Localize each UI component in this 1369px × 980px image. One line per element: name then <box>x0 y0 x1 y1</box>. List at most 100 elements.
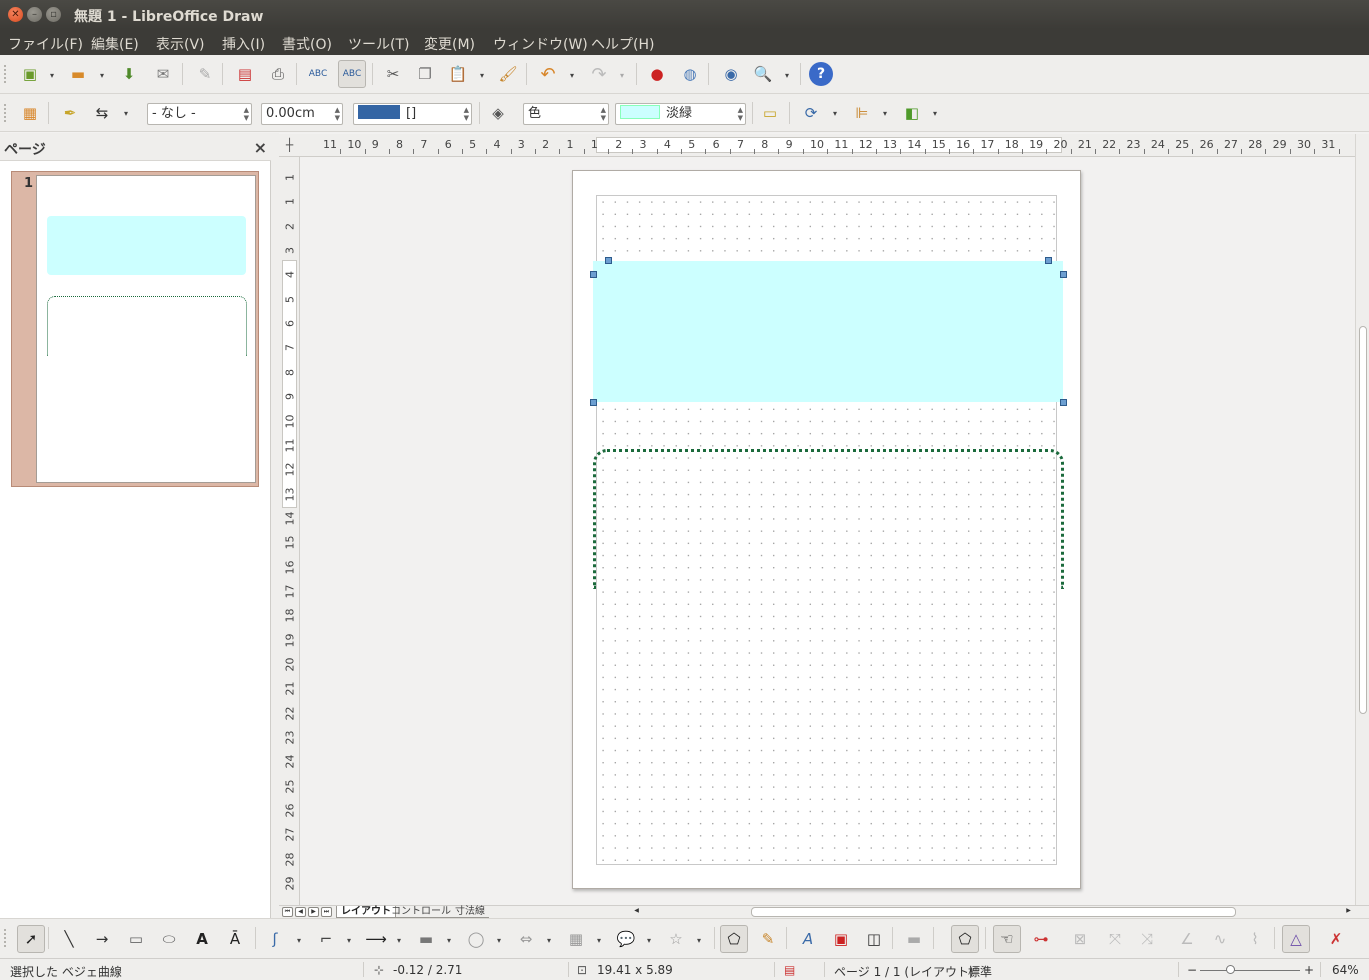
rotate-icon[interactable]: ⟳ <box>799 101 823 125</box>
lines-arrows-icon[interactable]: ⟶ <box>364 927 388 951</box>
selection-handle[interactable] <box>590 271 597 278</box>
last-tab-icon[interactable]: ⏭ <box>321 907 332 917</box>
tab-controls[interactable]: コントロール <box>387 906 455 918</box>
split-curve-icon[interactable]: ⤧ <box>1103 927 1127 951</box>
email-icon[interactable]: ✉ <box>151 62 175 86</box>
selection-handle[interactable] <box>1060 271 1067 278</box>
text-tool-icon[interactable]: A <box>190 927 214 951</box>
cut-icon[interactable]: ✂ <box>381 62 405 86</box>
area-color-select[interactable]: 淡緑 ▲ ▼ <box>615 103 746 125</box>
flowchart-dropdown-icon[interactable]: ▾ <box>597 936 601 945</box>
export-pdf-icon[interactable]: ▤ <box>233 62 257 86</box>
align-icon[interactable]: ⊫ <box>850 101 874 125</box>
toolbar-grip[interactable] <box>4 65 8 83</box>
spellcheck-icon[interactable]: ABC <box>306 62 330 86</box>
help-icon[interactable]: ? <box>809 62 833 86</box>
insert-points-icon[interactable]: ⊶ <box>1029 927 1053 951</box>
minimize-window-button[interactable]: – <box>27 7 42 22</box>
first-tab-icon[interactable]: ⏮ <box>282 907 293 917</box>
prev-tab-icon[interactable]: ◀ <box>295 907 306 917</box>
symmetric-transition-icon[interactable]: ⌇ <box>1243 927 1267 951</box>
zoom-in-icon[interactable]: + <box>1304 963 1314 977</box>
zoom-icon[interactable]: 🔍 <box>751 62 775 86</box>
redo-icon[interactable]: ↷ <box>587 62 611 86</box>
selection-handle[interactable] <box>605 257 612 264</box>
redo-dropdown-arrow-icon[interactable]: ▾ <box>620 71 624 80</box>
smooth-transition-icon[interactable]: ∿ <box>1208 927 1232 951</box>
menu-tools[interactable]: ツール(T) <box>348 34 409 54</box>
paste-icon[interactable]: 📋 <box>446 62 470 86</box>
ellipse-tool-icon[interactable]: ⬭ <box>157 927 181 951</box>
hyperlink-icon[interactable]: ◍ <box>678 62 702 86</box>
menu-insert[interactable]: 挿入(I) <box>222 34 265 54</box>
callouts-dropdown-icon[interactable]: ▾ <box>647 936 651 945</box>
menu-view[interactable]: 表示(V) <box>156 34 205 54</box>
glue-points-icon[interactable]: ✎ <box>756 927 780 951</box>
arrow-style-select[interactable]: - なし - ▲ ▼ <box>147 103 252 125</box>
align-dropdown-icon[interactable]: ▾ <box>883 109 887 118</box>
auto-spellcheck-icon[interactable]: ABC <box>338 60 366 88</box>
rectangle-shape[interactable] <box>593 261 1063 402</box>
connector-tool-icon[interactable]: ⌐ <box>314 927 338 951</box>
menu-edit[interactable]: 編集(E) <box>91 34 139 54</box>
connector-dropdown-icon[interactable]: ▾ <box>347 936 351 945</box>
panel-splitter[interactable] <box>271 133 279 918</box>
arrange-icon[interactable]: ◧ <box>900 101 924 125</box>
print-icon[interactable]: ⎙ <box>266 62 290 86</box>
new-dropdown-arrow-icon[interactable]: ▾ <box>50 71 54 80</box>
circles-dropdown-icon[interactable]: ▾ <box>497 936 501 945</box>
vertical-text-icon[interactable]: Ā <box>223 927 247 951</box>
zoom-level[interactable]: 64% <box>1332 963 1359 977</box>
toolbar-grip[interactable] <box>4 929 8 947</box>
rectangle-tool-icon[interactable]: ▭ <box>124 927 148 951</box>
block-arrows-icon[interactable]: ⇔ <box>514 927 538 951</box>
save-icon[interactable]: ⬇ <box>117 62 141 86</box>
line-arrow-icon[interactable]: → <box>90 927 114 951</box>
drawing-canvas[interactable] <box>300 157 1355 905</box>
bezier-curve-shape[interactable] <box>593 449 1064 589</box>
curve-tool-icon[interactable]: ʃ <box>263 927 287 951</box>
open-folder-icon[interactable]: ▬ <box>66 62 90 86</box>
close-panel-icon[interactable]: × <box>254 138 267 157</box>
scroll-right-icon[interactable]: ▶ <box>1343 907 1354 917</box>
selection-handle[interactable] <box>1060 399 1067 406</box>
scroll-left-icon[interactable]: ◀ <box>631 907 642 917</box>
menu-file[interactable]: ファイル(F) <box>8 34 83 54</box>
shadow-icon[interactable]: ▭ <box>758 101 782 125</box>
points-icon[interactable]: ⬠ <box>720 925 748 953</box>
zoom-slider-knob[interactable] <box>1226 965 1235 974</box>
vertical-scrollbar-thumb[interactable] <box>1359 326 1367 714</box>
page-thumbnail[interactable]: 1 <box>11 171 259 487</box>
zoom-slider-track[interactable] <box>1200 970 1300 971</box>
close-window-button[interactable]: ✕ <box>8 7 23 22</box>
corner-point-icon[interactable]: ∠ <box>1175 927 1199 951</box>
lines-arrows-dropdown-icon[interactable]: ▾ <box>397 936 401 945</box>
selection-handle[interactable] <box>1045 257 1052 264</box>
undo-dropdown-arrow-icon[interactable]: ▾ <box>570 71 574 80</box>
maximize-window-button[interactable]: ▫ <box>46 7 61 22</box>
arrange-dropdown-icon[interactable]: ▾ <box>933 109 937 118</box>
vertical-scrollbar[interactable] <box>1355 134 1369 905</box>
vertical-ruler[interactable]: 1 1 2 3 4 5 6 7 8 9 10 11 12 13 14 15 16 17 18 19 20 21 22 23 24… <box>279 157 300 905</box>
select-arrow-icon[interactable]: ➚ <box>17 925 45 953</box>
tab-dimension-lines[interactable]: 寸法線 <box>451 906 489 918</box>
menu-window[interactable]: ウィンドウ(W) <box>493 34 588 54</box>
zoom-out-icon[interactable]: − <box>1187 963 1197 977</box>
horizontal-scrollbar-thumb[interactable] <box>751 907 1236 917</box>
draw-line-icon[interactable]: ╲ <box>57 927 81 951</box>
next-tab-icon[interactable]: ▶ <box>308 907 319 917</box>
toolbar-grip[interactable] <box>4 104 8 122</box>
area-fill-icon[interactable]: ◈ <box>486 101 510 125</box>
callouts-icon[interactable]: 💬 <box>614 927 638 951</box>
move-points-icon[interactable]: ☜ <box>993 925 1021 953</box>
eliminate-points-icon[interactable]: ✗ <box>1324 927 1348 951</box>
paste-dropdown-arrow-icon[interactable]: ▾ <box>480 71 484 80</box>
delete-points-icon[interactable]: ⊠ <box>1068 927 1092 951</box>
line-color-select[interactable]: [] ▲ ▼ <box>353 103 472 125</box>
rectangles-icon[interactable]: ▬ <box>414 927 438 951</box>
extrusion-icon[interactable]: ▬ <box>902 927 926 951</box>
block-arrows-dropdown-icon[interactable]: ▾ <box>547 936 551 945</box>
navigator-icon[interactable]: ◉ <box>719 62 743 86</box>
undo-icon[interactable]: ↶ <box>536 62 560 86</box>
insert-object-icon[interactable]: ◫ <box>862 927 886 951</box>
